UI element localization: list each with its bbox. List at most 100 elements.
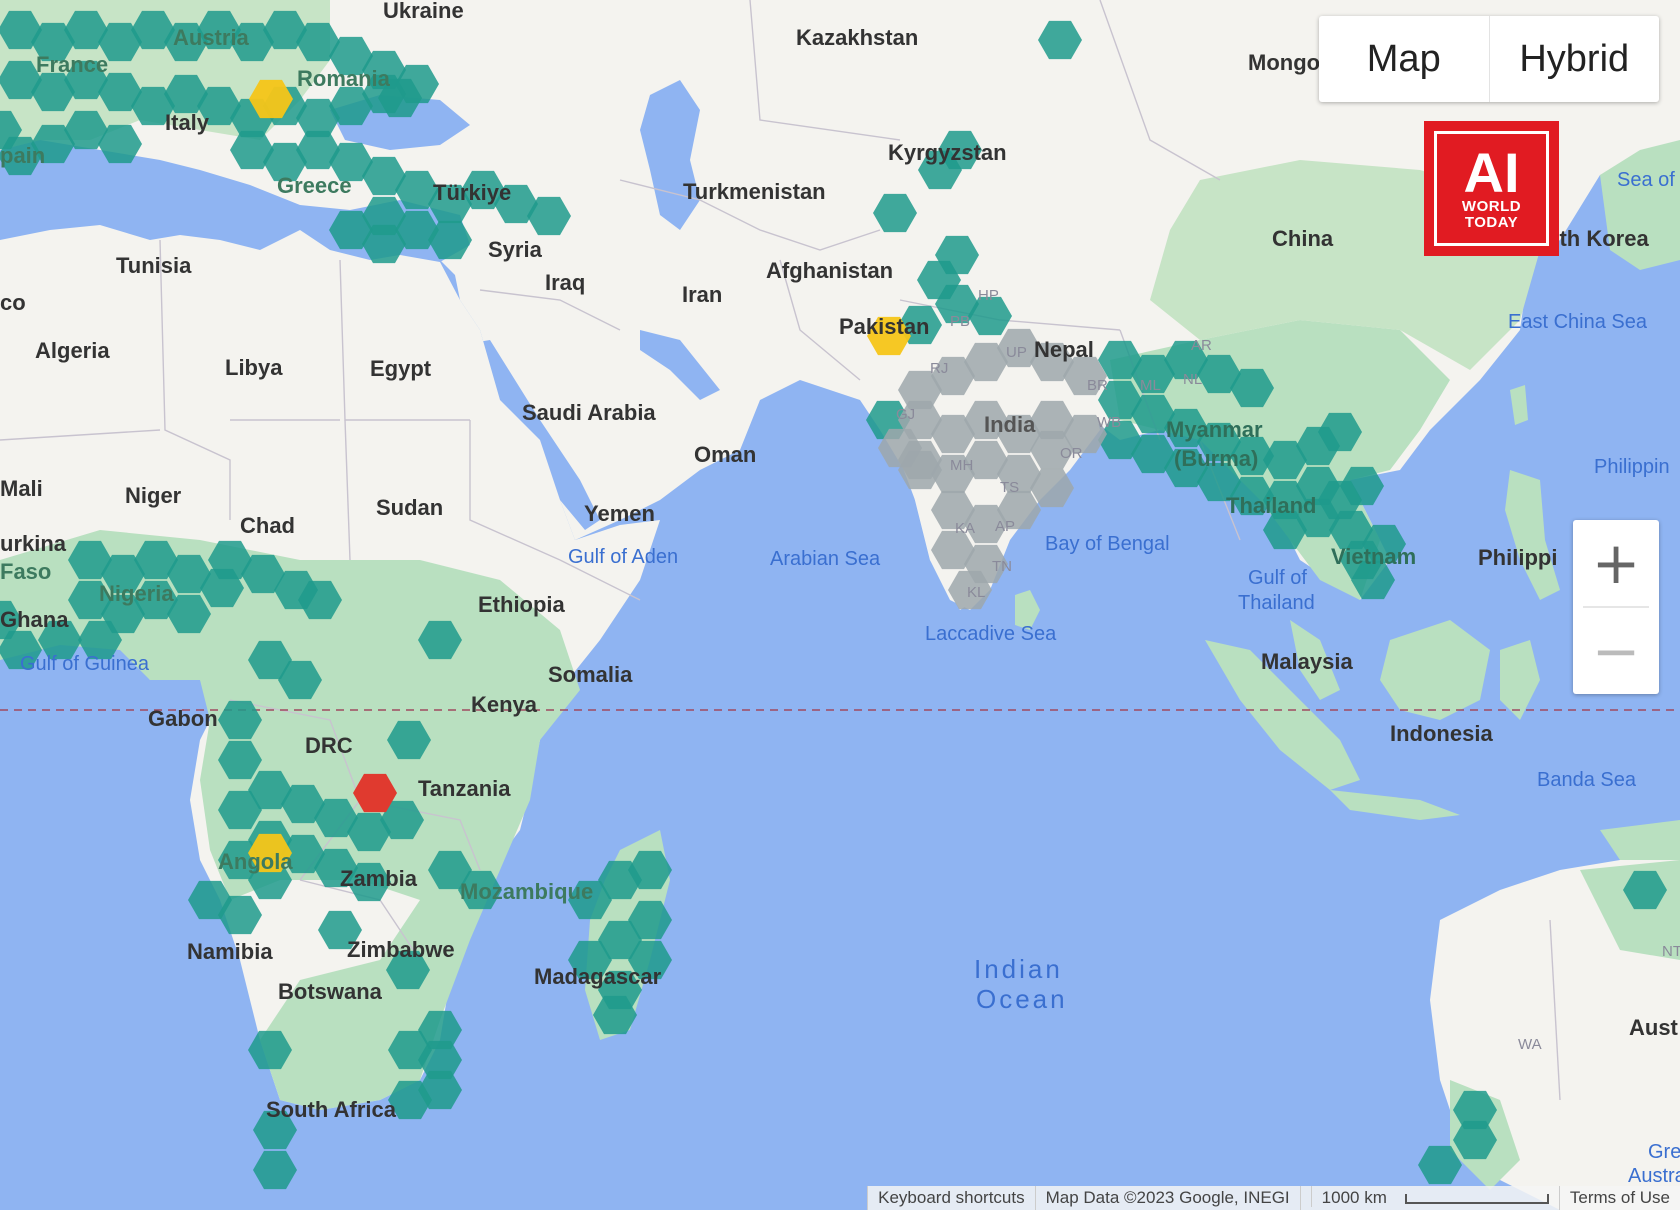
- label-nepal: Nepal: [1034, 337, 1094, 362]
- label-bay-of-bengal: Bay of Bengal: [1045, 533, 1170, 555]
- label-drc: DRC: [305, 733, 353, 758]
- label-china: China: [1272, 226, 1334, 251]
- label-indian-ocean-2: Ocean: [976, 984, 1068, 1014]
- scale-bar: [1404, 1193, 1549, 1204]
- label-state-ka: KA: [955, 520, 975, 537]
- logo-line1: WORLD: [1461, 197, 1522, 215]
- label-tanzania: Tanzania: [418, 776, 511, 801]
- scale-label: 1000 km: [1310, 1186, 1397, 1207]
- label-state-hp: HP: [978, 287, 999, 304]
- ai-world-today-logo: AI WORLD TODAY: [1424, 121, 1559, 256]
- label-libya: Libya: [225, 355, 283, 380]
- label-australia: Aust: [1629, 1015, 1679, 1040]
- label-chad: Chad: [240, 513, 295, 538]
- label-state-nt: NT: [1662, 943, 1680, 960]
- label-austria: Austria: [173, 25, 250, 50]
- label-france: France: [36, 52, 108, 77]
- label-saudi-arabia: Saudi Arabia: [522, 400, 656, 425]
- zoom-out-button[interactable]: −: [1573, 608, 1659, 694]
- label-kazakhstan: Kazakhstan: [796, 25, 918, 50]
- label-mongolia: Mongo: [1248, 50, 1320, 75]
- label-ethiopia: Ethiopia: [478, 592, 566, 617]
- label-state-pb: PB: [950, 313, 970, 330]
- label-south-korea: uth Korea: [1546, 226, 1649, 251]
- map-footer: Keyboard shortcuts Map Data ©2023 Google…: [867, 1186, 1680, 1210]
- label-philippine-sea: Philippin: [1594, 456, 1670, 478]
- label-india: India: [984, 412, 1036, 437]
- map-type-control: Map Hybrid: [1319, 16, 1659, 102]
- label-state-or: OR: [1060, 445, 1083, 462]
- label-state-tn: TN: [992, 558, 1012, 575]
- label-state-ap: AP: [995, 518, 1015, 535]
- label-gabon: Gabon: [148, 706, 218, 731]
- label-gulf-of-thailand-2: Thailand: [1238, 592, 1315, 614]
- plus-icon: +: [1591, 529, 1641, 597]
- ocean-label: Indian Ocean: [974, 954, 1068, 1014]
- map-type-hybrid-button[interactable]: Hybrid: [1490, 16, 1660, 102]
- label-afghanistan: Afghanistan: [766, 258, 893, 283]
- zoom-control: + −: [1573, 520, 1659, 694]
- label-banda-sea: Banda Sea: [1537, 769, 1637, 791]
- label-niger: Niger: [125, 483, 182, 508]
- label-state-up: UP: [1006, 344, 1027, 361]
- label-egypt: Egypt: [370, 356, 432, 381]
- label-zambia: Zambia: [340, 866, 418, 891]
- label-philippines: Philippi: [1478, 545, 1557, 570]
- label-burma: (Burma): [1174, 446, 1258, 471]
- label-iran: Iran: [682, 282, 722, 307]
- label-romania: Romania: [297, 66, 391, 91]
- label-oman: Oman: [694, 442, 756, 467]
- label-state-gj: GJ: [896, 406, 915, 423]
- label-botswana: Botswana: [278, 979, 383, 1004]
- minus-icon: −: [1591, 617, 1641, 685]
- label-state-mh: MH: [950, 457, 973, 474]
- label-indian-ocean-1: Indian: [974, 954, 1063, 984]
- label-turkiye: Türkiye: [433, 180, 511, 205]
- label-morocco: co: [0, 290, 26, 315]
- label-ukraine: Ukraine: [383, 0, 464, 23]
- label-spain: pain: [0, 143, 45, 168]
- label-mozambique: Mozambique: [460, 879, 593, 904]
- label-state-ts: TS: [1000, 479, 1019, 496]
- logo-main-text: AI: [1463, 140, 1520, 204]
- terms-of-use-link[interactable]: Terms of Use: [1558, 1186, 1680, 1210]
- logo-frame: AI WORLD TODAY: [1434, 131, 1549, 246]
- label-east-china-sea: East China Sea: [1508, 311, 1648, 333]
- label-malaysia: Malaysia: [1261, 649, 1353, 674]
- label-algeria: Algeria: [35, 338, 110, 363]
- label-state-kl: KL: [967, 584, 985, 601]
- label-mali: Mali: [0, 476, 43, 501]
- map-data-attribution: Map Data ©2023 Google, INEGI: [1034, 1186, 1300, 1210]
- label-nigeria: Nigeria: [99, 581, 174, 606]
- label-tunisia: Tunisia: [116, 253, 192, 278]
- label-state-nl: NL: [1183, 371, 1202, 388]
- zoom-in-button[interactable]: +: [1573, 520, 1659, 606]
- label-thailand: Thailand: [1226, 493, 1316, 518]
- label-state-ml: ML: [1140, 377, 1161, 394]
- label-sea-of-japan: Sea of: [1617, 169, 1675, 191]
- label-gulf-of-thailand-1: Gulf of: [1248, 567, 1307, 589]
- label-pakistan: Pakistan: [839, 314, 930, 339]
- label-state-wa: WA: [1518, 1036, 1542, 1053]
- label-iraq: Iraq: [545, 270, 585, 295]
- label-arabian-sea: Arabian Sea: [770, 548, 881, 570]
- keyboard-shortcuts-link[interactable]: Keyboard shortcuts: [867, 1186, 1034, 1210]
- label-vietnam: Vietnam: [1331, 544, 1416, 569]
- label-faso: Faso: [0, 559, 51, 584]
- label-namibia: Namibia: [187, 939, 273, 964]
- label-yemen: Yemen: [584, 501, 655, 526]
- map-type-map-button[interactable]: Map: [1319, 16, 1489, 102]
- label-turkmenistan: Turkmenistan: [683, 179, 826, 204]
- label-laccadive-sea: Laccadive Sea: [925, 623, 1057, 645]
- scale-indicator[interactable]: 1000 km: [1299, 1186, 1559, 1210]
- label-kyrgyzstan: Kyrgyzstan: [888, 140, 1007, 165]
- label-indonesia: Indonesia: [1390, 721, 1493, 746]
- label-state-ar: AR: [1191, 337, 1212, 354]
- label-madagascar: Madagascar: [534, 964, 662, 989]
- label-burkina: urkina: [0, 531, 67, 556]
- label-greece: Greece: [277, 173, 352, 198]
- label-sudan: Sudan: [376, 495, 443, 520]
- label-gulf-of-guinea: Gulf of Guinea: [20, 653, 150, 675]
- label-south-africa: South Africa: [266, 1097, 397, 1122]
- label-state-rj: RJ: [930, 360, 948, 377]
